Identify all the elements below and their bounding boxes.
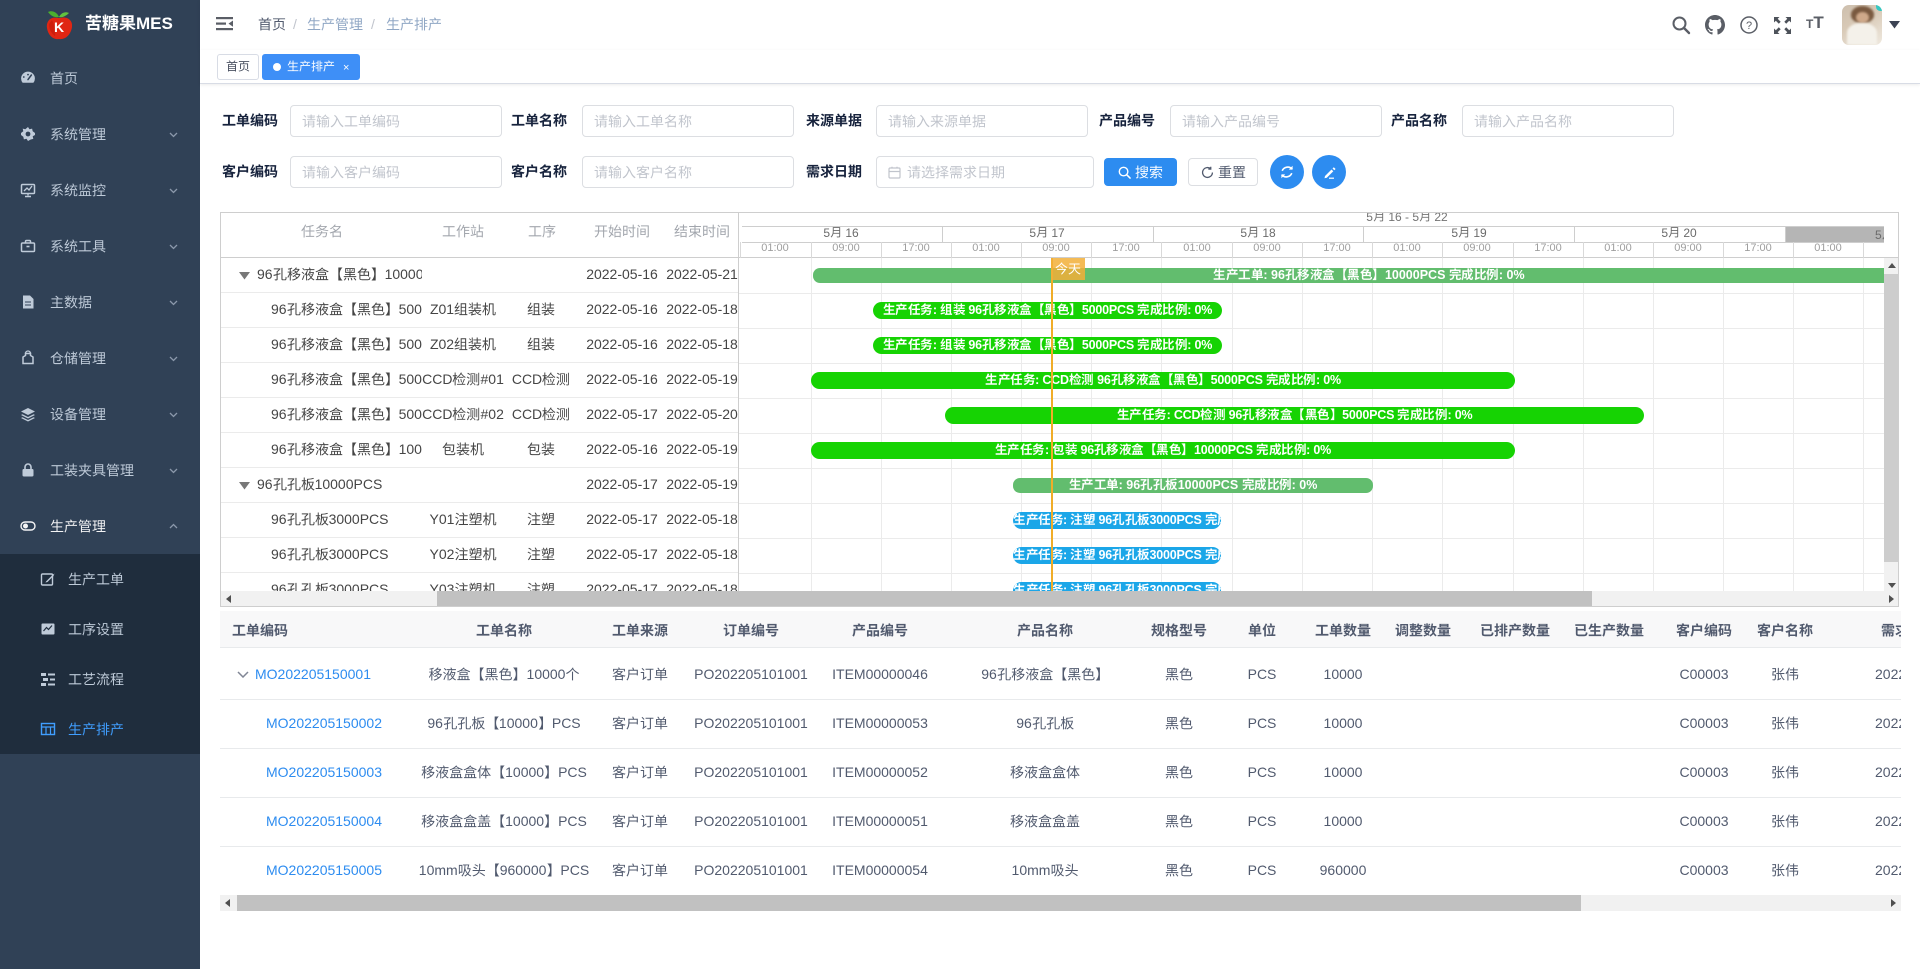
svg-text:K: K: [54, 19, 64, 35]
svg-text:?: ?: [1746, 20, 1752, 32]
